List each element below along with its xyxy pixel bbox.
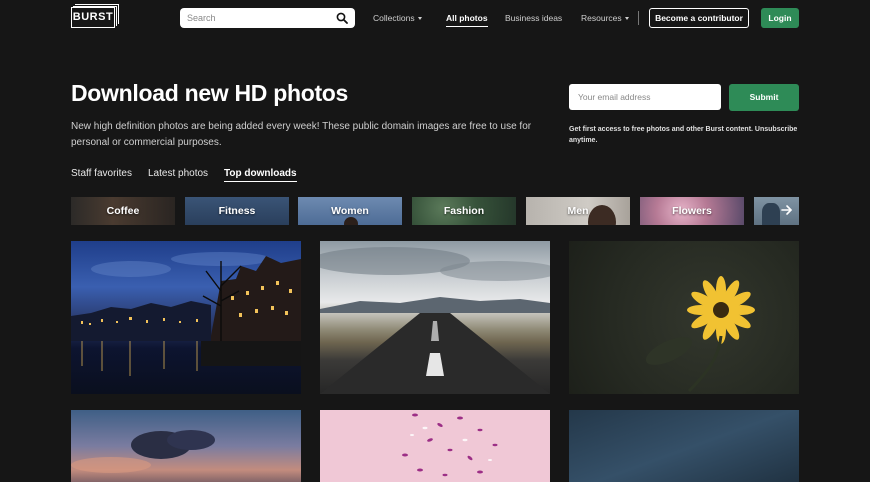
- login-button[interactable]: Login: [761, 8, 799, 28]
- photo-open-road-art: [320, 247, 550, 394]
- tab-top-downloads[interactable]: Top downloads: [224, 168, 297, 182]
- category-label: Men: [567, 205, 589, 217]
- category-image-detail: [762, 203, 780, 225]
- category-men[interactable]: Men: [526, 197, 630, 225]
- burst-logo[interactable]: BURST: [71, 4, 119, 29]
- email-field[interactable]: [569, 84, 721, 110]
- category-label: Fitness: [218, 205, 256, 217]
- nav-business-ideas[interactable]: Business ideas: [505, 13, 562, 23]
- category-women[interactable]: Women: [298, 197, 402, 225]
- photo-open-road[interactable]: [320, 241, 550, 394]
- search-box[interactable]: [180, 8, 355, 28]
- page-title: Download new HD photos: [71, 80, 349, 106]
- nav-resources[interactable]: Resources: [581, 13, 629, 23]
- photo-pink-petals[interactable]: [320, 410, 550, 482]
- category-label: Flowers: [672, 205, 712, 217]
- photo-blue-abstract[interactable]: [569, 410, 799, 482]
- nav-all-photos[interactable]: All photos: [446, 13, 488, 27]
- nav-resources-label: Resources: [581, 13, 622, 23]
- arrow-right-icon[interactable]: [780, 203, 794, 217]
- category-image-detail: [344, 217, 358, 225]
- photo-canal-night[interactable]: [71, 241, 301, 394]
- category-flowers[interactable]: Flowers: [640, 197, 744, 225]
- tab-staff-favorites[interactable]: Staff favorites: [71, 168, 132, 179]
- photo-canal-night-art: [71, 252, 301, 376]
- category-label: Women: [331, 205, 369, 217]
- category-fitness[interactable]: Fitness: [185, 197, 289, 225]
- category-coffee[interactable]: Coffee: [71, 197, 175, 225]
- become-contributor-button[interactable]: Become a contributor: [649, 8, 749, 28]
- chevron-down-icon: [417, 17, 422, 20]
- category-fashion[interactable]: Fashion: [412, 197, 516, 225]
- nav-collections-label: Collections: [373, 13, 415, 23]
- photo-pink-petals-art: [402, 413, 498, 477]
- category-label: Fashion: [443, 205, 485, 217]
- newsletter-note: Get first access to free photos and othe…: [569, 126, 798, 144]
- page-subtitle: New high definition photos are being add…: [71, 121, 532, 148]
- nav-divider: [638, 11, 639, 25]
- search-input[interactable]: [180, 8, 330, 28]
- photo-yellow-flower[interactable]: [569, 241, 799, 394]
- chevron-down-icon: [624, 17, 629, 20]
- tab-latest-photos[interactable]: Latest photos: [148, 168, 208, 179]
- top-nav-bar: BURST Collections All photos Business id…: [0, 0, 870, 36]
- logo-text: BURST: [71, 7, 115, 28]
- photo-sunset-clouds-art: [71, 430, 215, 473]
- search-icon[interactable]: [336, 12, 348, 24]
- photo-yellow-flower-art: [645, 276, 755, 393]
- nav-collections[interactable]: Collections: [373, 13, 422, 23]
- submit-button[interactable]: Submit: [729, 84, 799, 111]
- photo-sunset-clouds[interactable]: [71, 410, 301, 482]
- category-label: Coffee: [106, 205, 140, 217]
